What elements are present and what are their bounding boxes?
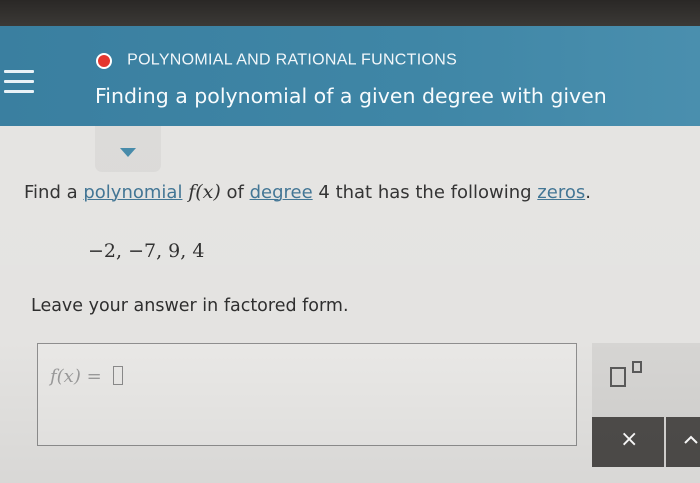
next-tool-button[interactable] <box>666 417 700 467</box>
chevron-down-icon <box>120 148 136 157</box>
device-bezel <box>0 0 700 26</box>
question-text: of <box>220 182 250 203</box>
degree-link[interactable]: degree <box>250 182 313 203</box>
question-text: Find a <box>24 182 84 203</box>
polynomial-link[interactable]: polynomial <box>83 182 182 203</box>
clear-button[interactable]: × <box>592 417 664 467</box>
answer-input-slot[interactable] <box>113 366 124 385</box>
hamburger-menu-icon[interactable] <box>4 70 34 100</box>
degree-value: 4 <box>318 182 330 203</box>
topic-status-icon <box>96 52 112 69</box>
answer-input-area[interactable]: f(x) = <box>37 343 577 446</box>
arrow-icon <box>684 435 698 444</box>
question-prompt: Find a polynomial f(x) of degree 4 that … <box>24 181 591 203</box>
lesson-header: POLYNOMIAL AND RATIONAL FUNCTIONS Findin… <box>0 26 700 126</box>
topic-row: POLYNOMIAL AND RATIONAL FUNCTIONS <box>96 50 457 72</box>
close-icon: × <box>620 427 639 452</box>
collapse-toggle-button[interactable] <box>95 126 161 172</box>
topic-label: POLYNOMIAL AND RATIONAL FUNCTIONS <box>127 51 458 69</box>
zeros-link[interactable]: zeros <box>537 182 585 203</box>
answer-prefix: f(x) = <box>50 366 124 387</box>
lesson-title: Finding a polynomial of a given degree w… <box>95 84 607 108</box>
zeros-list: −2, −7, 9, 4 <box>88 240 205 262</box>
question-text: that has the following <box>329 182 538 203</box>
exponent-template-icon[interactable] <box>610 361 644 387</box>
function-notation: f(x) <box>188 181 221 203</box>
answer-instruction: Leave your answer in factored form. <box>31 296 349 316</box>
math-tools-panel: × <box>592 343 700 467</box>
answer-prefix-text: f(x) = <box>50 366 108 387</box>
question-text: . <box>585 182 591 203</box>
